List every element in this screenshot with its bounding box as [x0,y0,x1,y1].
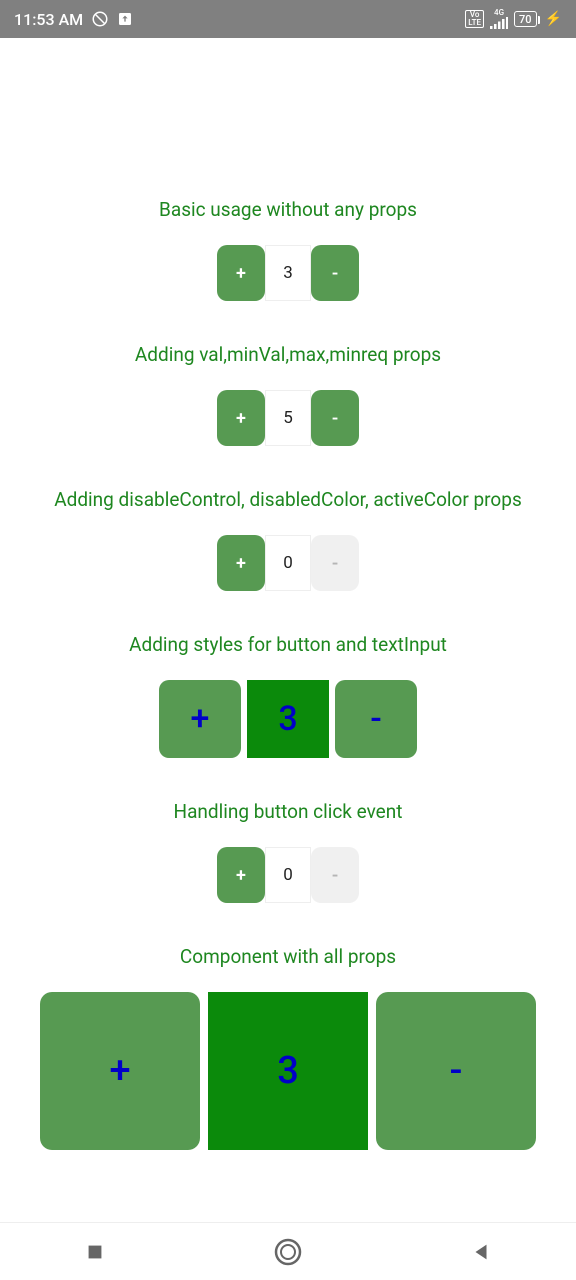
upload-icon [117,11,133,27]
section-title-disable: Adding disableControl, disabledColor, ac… [48,488,528,511]
content-area: Basic usage without any props + 3 - Addi… [0,38,576,1172]
section-title-allprops: Component with all props [174,945,402,968]
network-icon: 4G [490,9,508,29]
increment-button[interactable]: + [217,535,265,591]
decrement-button: - [311,535,359,591]
value-input[interactable]: 3 [247,680,329,758]
stepper-basic: + 3 - [217,245,359,301]
decrement-button[interactable]: - [311,390,359,446]
status-time: 11:53 AM [14,10,83,29]
volte-icon: VoLTE [465,10,484,28]
battery-icon: 70 [514,11,537,27]
status-bar: 11:53 AM VoLTE 4G 70 ⚡ [0,0,576,38]
value-input[interactable]: 3 [208,992,368,1150]
decrement-button[interactable]: - [376,992,536,1150]
increment-button[interactable]: + [217,245,265,301]
value-input[interactable]: 5 [265,390,311,446]
decrement-button: - [311,847,359,903]
value-input[interactable]: 0 [265,847,311,903]
increment-button[interactable]: + [159,680,241,758]
section-title-basic: Basic usage without any props [153,198,423,221]
recent-apps-button[interactable] [84,1241,106,1263]
increment-button[interactable]: + [217,847,265,903]
android-nav-bar [0,1222,576,1280]
decrement-button[interactable]: - [311,245,359,301]
decrement-button[interactable]: - [335,680,417,758]
dnd-icon [91,10,109,28]
status-right: VoLTE 4G 70 ⚡ [465,9,562,29]
stepper-events: + 0 - [217,847,359,903]
stepper-disable: + 0 - [217,535,359,591]
home-button[interactable] [273,1237,303,1267]
stepper-styles: + 3 - [159,680,417,758]
stepper-allprops: + 3 - [40,992,536,1150]
charging-icon: ⚡ [545,11,562,27]
increment-button[interactable]: + [40,992,200,1150]
section-title-events: Handling button click event [168,800,409,823]
section-title-valminmax: Adding val,minVal,max,minreq props [129,343,447,366]
stepper-valminmax: + 5 - [217,390,359,446]
status-left: 11:53 AM [14,10,133,29]
increment-button[interactable]: + [217,390,265,446]
back-button[interactable] [470,1241,492,1263]
section-title-styles: Adding styles for button and textInput [123,633,453,656]
value-input[interactable]: 3 [265,245,311,301]
value-input[interactable]: 0 [265,535,311,591]
